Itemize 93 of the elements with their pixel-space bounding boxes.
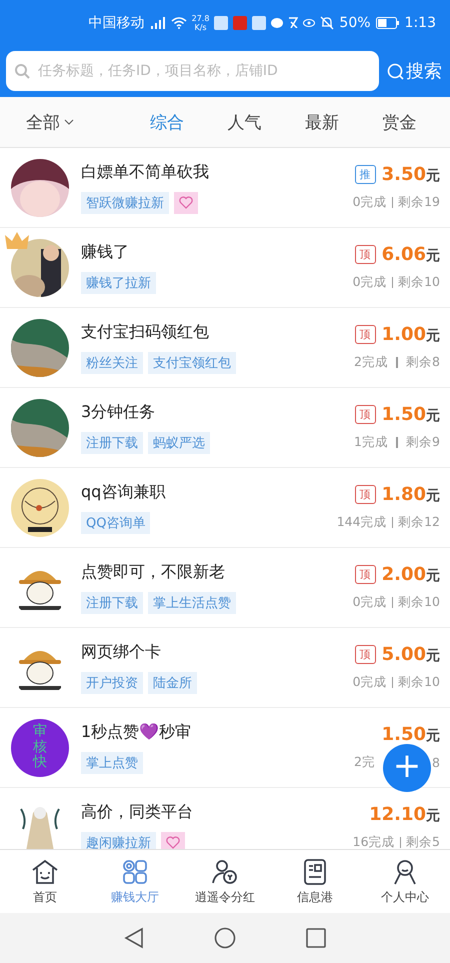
search-field[interactable]: 任务标题，任务ID，项目名称，店铺ID [6,51,379,91]
completed-count: 1完成 [354,434,388,451]
sort-tab[interactable]: 综合 [128,110,206,134]
remaining-count: 剩余5 [406,834,440,849]
search-input[interactable]: 任务标题，任务ID，项目名称，店铺ID [36,62,371,80]
task-title: 支付宝扫码领红包 [81,322,210,342]
task-title: 3分钟任务 [81,402,156,422]
reward-price: 5.00元 [382,644,440,665]
task-tag: 注册下载 [81,592,143,614]
remaining-count: 剩余8 [406,354,440,371]
category-dropdown[interactable]: 全部 [26,110,74,134]
back-button[interactable] [124,927,144,949]
remaining-count: 剩余19 [398,194,440,211]
completed-count: 2完 [354,754,375,771]
app-icon [233,16,248,30]
network-speed: 27.8 K/s [192,14,210,32]
task-badge: 顶 [354,245,376,264]
sort-tab[interactable]: 最新 [283,110,360,134]
completed-count: 0完成 [352,274,387,291]
translate-icon [288,17,298,28]
completed-count: 0完成 [352,674,387,691]
reward-price: 1.50元 [382,404,440,425]
sort-tab[interactable]: 人气 [206,110,283,134]
chat-bubble-icon [271,18,284,28]
carrier-name: 中国移动 [88,14,145,32]
reward-price: 1.00元 [382,324,440,345]
task-title: 点赞即可，不限新老 [81,562,226,582]
clock-time: 1:13 [404,14,436,30]
house-icon [31,858,59,886]
task-tag: 粉丝关注 [81,352,143,374]
recents-button[interactable] [306,928,326,948]
remaining-count: 剩余10 [398,674,440,691]
reward-price: 2.00元 [382,564,440,585]
nav-tab[interactable]: 信息港 [270,850,360,913]
task-tag: 蚂蚁严选 [148,432,210,454]
task-tag: QQ咨询单 [81,512,150,534]
task-tag: 掌上点赞 [81,752,143,774]
battery-percent: 50% [339,14,371,30]
task-tag: 赚钱了拉新 [81,272,156,294]
reward-price: 6.06元 [382,244,440,265]
completed-count: 0完成 [352,594,387,611]
task-badge: 顶 [354,485,376,504]
task-tag: 支付宝领红包 [148,352,236,374]
search-icon [387,62,404,80]
task-tag: 趣闲赚拉新 [81,832,156,849]
reward-price: 1.80元 [382,484,440,505]
newspaper-icon [301,858,329,886]
app-icon [214,16,228,30]
task-badge: 顶 [354,325,376,344]
task-tag: 陆金所 [148,672,197,694]
sort-tab[interactable]: 赏金 [360,110,438,134]
task-badge: 推 [354,165,376,184]
battery-icon [376,16,400,28]
grid-icon [121,858,149,886]
task-title: 1秒点赞💜秒审 [81,722,192,742]
mute-icon [320,16,334,30]
task-badge: 顶 [354,645,376,664]
eye-icon [303,18,316,26]
remaining-count: 剩余10 [398,274,440,291]
completed-count: 2完成 [354,354,388,371]
task-title: 白嫖单不简单砍我 [81,162,210,182]
completed-count: 16完成 [352,834,395,849]
nav-tab[interactable]: 个人中心 [360,850,450,913]
task-badge: 顶 [354,405,376,424]
task-title: 高价，同类平台 [81,802,194,822]
completed-count: 144完成 [336,514,387,531]
task-title: 赚钱了 [81,242,130,262]
search-button[interactable]: 搜索 [387,59,442,83]
text-avatar: 审核快 [11,718,69,776]
nav-tab[interactable]: 逍遥令分红 [180,850,270,913]
remaining-count: 剩余9 [406,434,440,451]
reward-price: 1.50元 [382,724,440,745]
people-icon [211,858,239,886]
task-tag: 智跃微赚拉新 [81,192,169,214]
nav-tab[interactable]: 首页 [0,850,90,913]
remaining-count: 8 [432,755,440,770]
wifi-icon [170,16,187,28]
chevron-down-icon [64,119,74,125]
reward-price: 3.50元 [382,164,440,185]
signal-icon [150,16,166,28]
task-tag: 注册下载 [81,432,143,454]
task-badge: 顶 [354,565,376,584]
home-button[interactable] [214,927,236,949]
task-title: 网页绑个卡 [81,642,162,662]
completed-count: 0完成 [352,194,387,211]
app-icon [252,16,266,30]
remaining-count: 剩余10 [398,594,440,611]
remaining-count: 剩余12 [398,514,440,531]
task-tag: 掌上生活点赞 [148,592,236,614]
search-icon [14,63,30,79]
reward-price: 12.10元 [369,804,440,825]
task-tag: 开户投资 [81,672,143,694]
task-title: qq咨询兼职 [81,482,166,502]
